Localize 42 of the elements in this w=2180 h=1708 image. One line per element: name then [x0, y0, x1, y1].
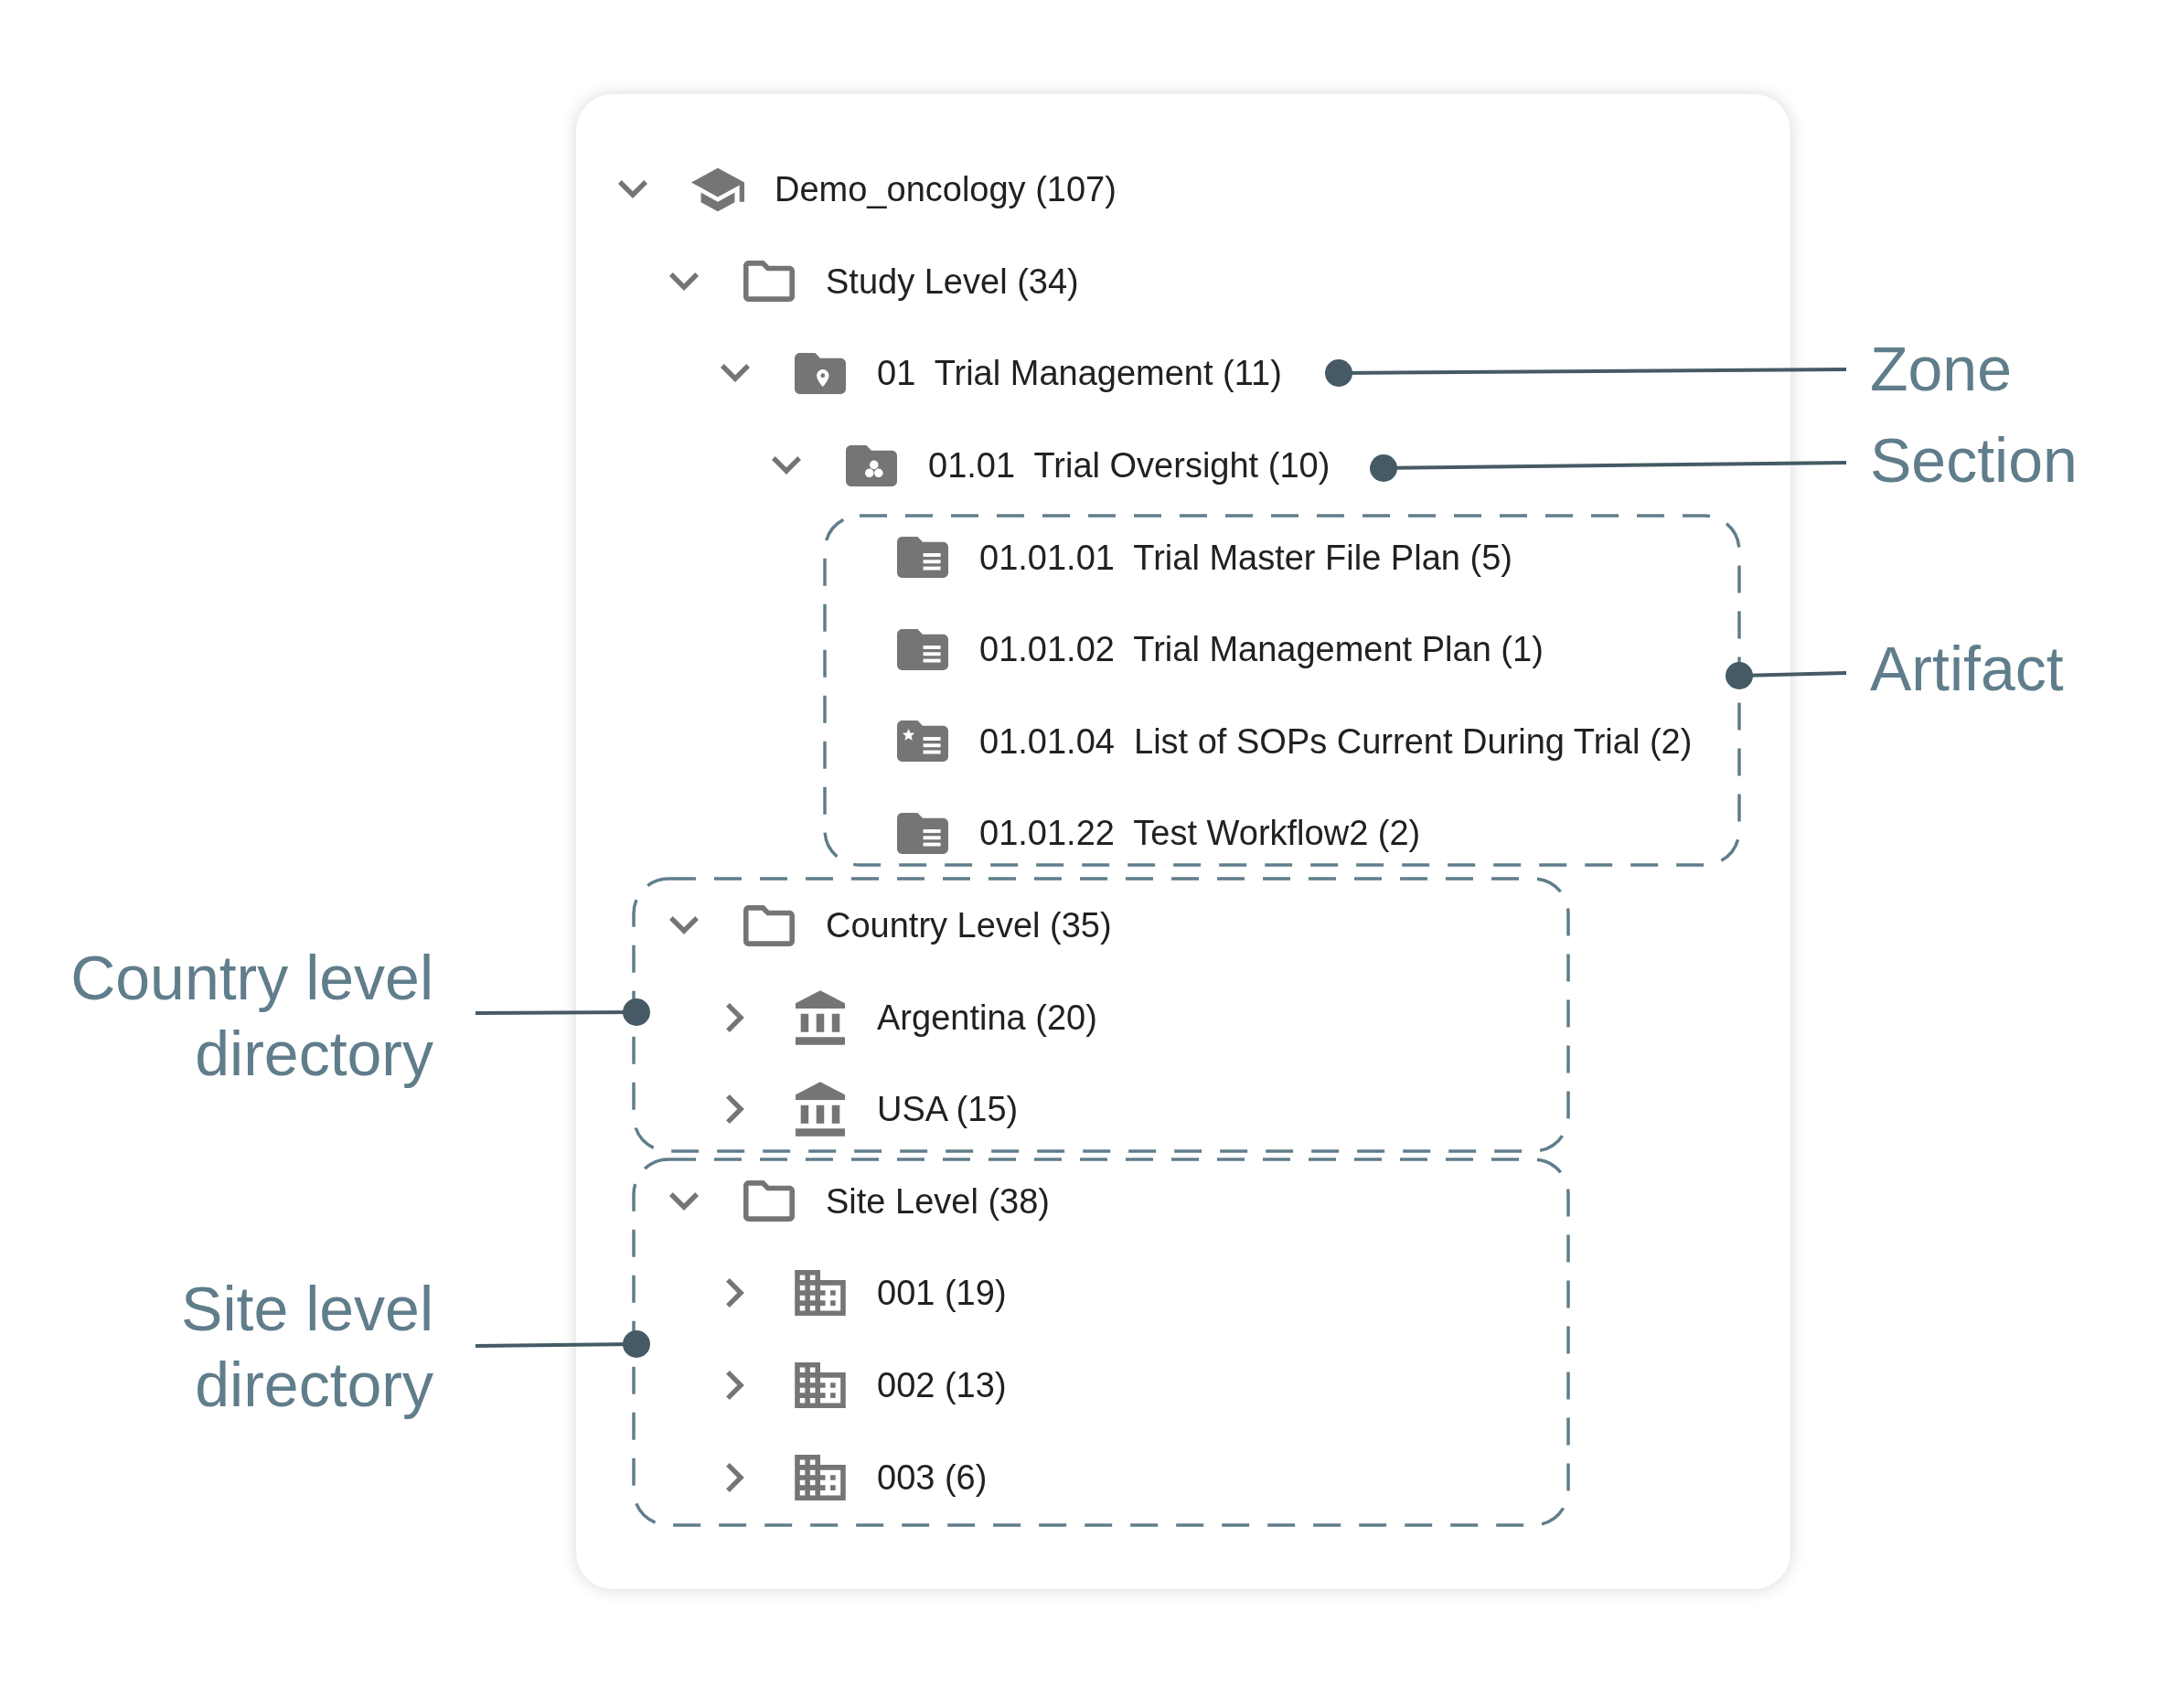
folder-icon — [743, 904, 795, 946]
columned-building-icon — [796, 989, 845, 1045]
chevron-down-icon[interactable] — [669, 1191, 699, 1211]
tree-item-label[interactable]: Demo_oncology (107) — [775, 168, 1117, 211]
callout-label: Country level directory — [69, 941, 433, 1090]
office-building-icon — [795, 1270, 846, 1317]
chevron-right-icon[interactable] — [726, 1278, 744, 1308]
tree-item-label[interactable]: Site Level (38) — [826, 1180, 1050, 1222]
tree-item-label[interactable]: 01.01.22 Test Workflow2 (2) — [979, 812, 1421, 855]
chevron-right-icon[interactable] — [726, 1371, 744, 1400]
callout-label: Site level directory — [180, 1272, 433, 1421]
tree-item-label[interactable]: 002 (13) — [877, 1364, 1007, 1406]
chevron-down-icon[interactable] — [772, 456, 801, 475]
chevron-right-icon[interactable] — [726, 1002, 744, 1032]
folder-pin-icon — [795, 353, 846, 394]
tree-item-label[interactable]: 01 Trial Management (11) — [877, 352, 1282, 395]
graduation-cap-icon — [691, 166, 744, 212]
tree-item-label[interactable]: Argentina (20) — [877, 996, 1097, 1039]
tree-item-label[interactable]: 01.01.02 Trial Management Plan (1) — [979, 628, 1544, 671]
chevron-down-icon[interactable] — [618, 180, 647, 199]
tree-item-label[interactable]: 01.01.01 Trial Master File Plan (5) — [979, 536, 1512, 579]
columned-building-icon — [796, 1082, 845, 1137]
folder-icon — [743, 261, 795, 303]
callout-label: Zone — [1870, 333, 2012, 405]
office-building-icon — [795, 1362, 846, 1408]
tree-item-label[interactable]: 01.01.04 List of SOPs Current During Trial (2) — [979, 720, 1693, 763]
office-building-icon — [795, 1454, 846, 1500]
callout-label: Artifact — [1870, 633, 2064, 705]
tree-item-label[interactable]: 01.01 Trial Oversight (10) — [928, 444, 1330, 487]
tree-item-label[interactable]: 001 (19) — [877, 1272, 1007, 1315]
chevron-down-icon[interactable] — [669, 916, 699, 935]
folder-circles-icon — [846, 444, 897, 486]
tree-item-label[interactable]: USA (15) — [877, 1088, 1019, 1131]
tree-item-label[interactable]: Study Level (34) — [826, 260, 1079, 303]
chevron-down-icon[interactable] — [721, 364, 750, 383]
tree-item-label[interactable]: Country Level (35) — [826, 904, 1112, 947]
tree-item-label[interactable]: 003 (6) — [877, 1456, 988, 1499]
chevron-right-icon[interactable] — [726, 1094, 744, 1125]
chevron-down-icon[interactable] — [669, 272, 699, 291]
chevron-right-icon[interactable] — [726, 1462, 744, 1492]
callout-label: Section — [1870, 424, 2078, 496]
folder-icon — [743, 1180, 795, 1222]
